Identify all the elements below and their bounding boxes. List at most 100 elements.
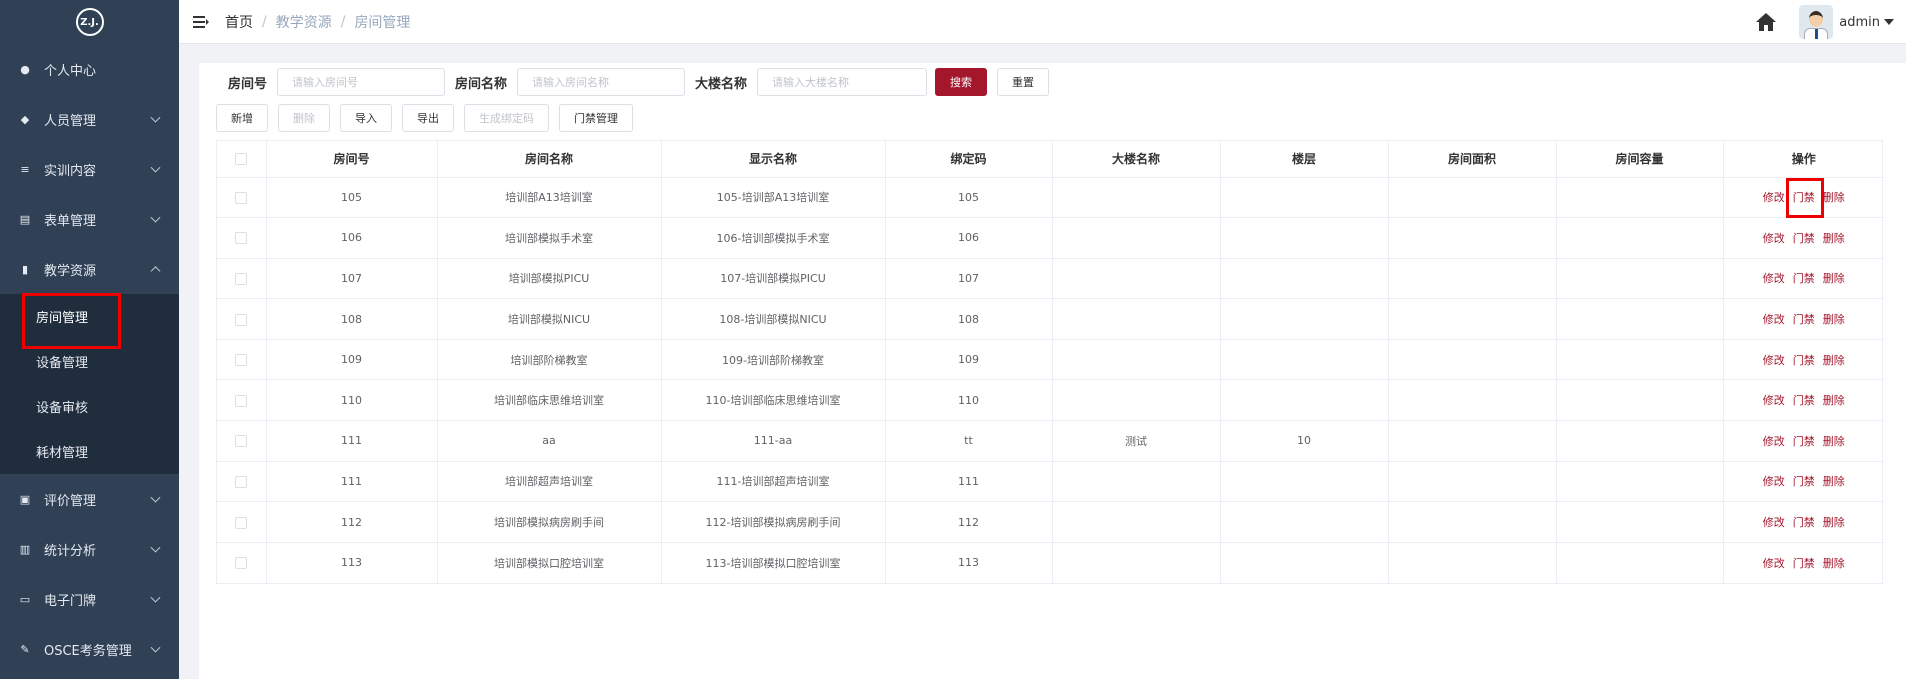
delete-link[interactable]: 删除 <box>1823 272 1845 285</box>
edit-link[interactable]: 修改 <box>1763 191 1785 204</box>
sidebar-item-6[interactable]: ▥ 统计分析 <box>0 524 179 574</box>
avatar[interactable] <box>1799 5 1834 39</box>
access-link[interactable]: 门禁 <box>1793 475 1815 488</box>
sidebar-item-2[interactable]: ≡ 实训内容 <box>0 144 179 194</box>
delete-link[interactable]: 删除 <box>1823 516 1845 529</box>
sidebar-item-1[interactable]: ◆ 人员管理 <box>0 94 179 144</box>
submenu-item-0[interactable]: 房间管理 <box>0 293 179 349</box>
access-link[interactable]: 门禁 <box>1793 272 1815 285</box>
delete-link[interactable]: 删除 <box>1823 232 1845 245</box>
row-checkbox[interactable] <box>235 272 248 285</box>
table-cell: aa <box>437 420 662 462</box>
table-cell: 测试 <box>1052 420 1221 462</box>
room-name-input[interactable] <box>517 68 686 96</box>
delete-link[interactable]: 删除 <box>1823 557 1845 570</box>
table-cell <box>1220 217 1389 259</box>
add-button[interactable]: 新增 <box>216 104 268 132</box>
submenu-item-label: 房间管理 <box>36 311 89 326</box>
edit-link[interactable]: 修改 <box>1763 354 1785 367</box>
delete-link[interactable]: 删除 <box>1823 394 1845 407</box>
edit-link[interactable]: 修改 <box>1763 516 1785 529</box>
delete-link[interactable]: 删除 <box>1823 191 1845 204</box>
row-checkbox[interactable] <box>235 191 248 204</box>
export-button[interactable]: 导出 <box>402 104 454 132</box>
table-row: 110 培训部临床思维培训室 110-培训部临床思维培训室 110 修改 门禁 删除 <box>217 379 1884 422</box>
sidebar-item-label: 实训内容 <box>44 163 97 179</box>
edit-link[interactable]: 修改 <box>1763 435 1785 448</box>
chevron-down-icon <box>150 492 161 503</box>
caret-down-icon[interactable] <box>1884 19 1894 25</box>
table-cell <box>1052 177 1221 219</box>
action-label: 删除 <box>1822 231 1845 245</box>
access-link[interactable]: 门禁 <box>1793 516 1815 529</box>
chevron-down-icon <box>150 162 161 173</box>
access-link[interactable]: 门禁 <box>1793 313 1815 326</box>
table-cell: 110 <box>885 379 1053 422</box>
table-cell: 108 <box>266 298 438 340</box>
display-icon: ▭ <box>19 592 31 606</box>
action-label: 删除 <box>1822 353 1845 367</box>
row-checkbox[interactable] <box>235 394 248 407</box>
sidebar-item-0[interactable]: ● 个人中心 <box>0 44 179 94</box>
select-all-checkbox[interactable] <box>235 153 248 166</box>
sidebar-item-8[interactable]: ✎ OSCE考务管理 <box>0 624 179 674</box>
row-checkbox[interactable] <box>235 354 248 367</box>
sidebar-item-4[interactable]: ▮ 教学资源 <box>0 244 179 294</box>
edit-link[interactable]: 修改 <box>1763 313 1785 326</box>
breadcrumb-home[interactable]: 首页 <box>225 12 253 32</box>
table-cell: 111 <box>266 420 438 462</box>
reset-button[interactable]: 重置 <box>997 68 1050 96</box>
access-control-button[interactable]: 门禁管理 <box>559 104 633 132</box>
delete-link[interactable]: 删除 <box>1823 313 1845 326</box>
hamburger-icon[interactable] <box>193 15 209 29</box>
room-no-input[interactable] <box>277 68 446 96</box>
edit-icon: ✎ <box>20 642 30 656</box>
edit-link[interactable]: 修改 <box>1763 475 1785 488</box>
column-header: 楼层 <box>1220 141 1389 178</box>
user-name[interactable]: admin <box>1839 15 1880 30</box>
home-icon[interactable] <box>1755 11 1777 33</box>
generate-code-button[interactable]: 生成绑定码 <box>464 104 549 132</box>
sidebar-item-5[interactable]: ▣ 评价管理 <box>0 474 179 524</box>
row-checkbox[interactable] <box>235 475 248 488</box>
table-cell <box>1220 542 1389 583</box>
row-select-cell <box>217 217 267 259</box>
top-header: 首页 / 教学资源 / 房间管理 admin <box>179 0 1906 44</box>
access-link[interactable]: 门禁 <box>1793 435 1815 448</box>
row-checkbox[interactable] <box>235 313 248 326</box>
access-link[interactable]: 门禁 <box>1793 557 1815 570</box>
edit-link[interactable]: 修改 <box>1763 394 1785 407</box>
table-cell <box>1052 298 1221 340</box>
row-checkbox[interactable] <box>235 232 248 245</box>
sidebar-item-label: 统计分析 <box>44 543 97 559</box>
submenu-item-1[interactable]: 设备管理 <box>0 339 179 384</box>
sidebar-item-7[interactable]: ▭ 电子门牌 <box>0 574 179 624</box>
submenu-item-3[interactable]: 耗材管理 <box>0 429 179 474</box>
import-button[interactable]: 导入 <box>340 104 392 132</box>
table-row: 112 培训部模拟病房刷手间 112-培训部模拟病房刷手间 112 修改 门禁 删除 <box>217 501 1884 543</box>
edit-link[interactable]: 修改 <box>1763 557 1785 570</box>
search-button[interactable]: 搜索 <box>935 68 988 96</box>
actions-cell: 修改 门禁 删除 <box>1723 420 1884 462</box>
action-label: 修改 <box>1762 353 1785 367</box>
sidebar-item-3[interactable]: ▤ 表单管理 <box>0 194 179 244</box>
filter-row: 房间号 房间名称 大楼名称 搜索 重置 <box>228 66 1050 98</box>
access-link[interactable]: 门禁 <box>1793 354 1815 367</box>
edit-link[interactable]: 修改 <box>1763 232 1785 245</box>
access-link[interactable]: 门禁 <box>1785 178 1824 219</box>
access-link[interactable]: 门禁 <box>1793 232 1815 245</box>
select-all-cell <box>217 141 267 178</box>
edit-link[interactable]: 修改 <box>1763 272 1785 285</box>
access-link[interactable]: 门禁 <box>1793 394 1815 407</box>
row-checkbox[interactable] <box>235 516 248 529</box>
row-checkbox[interactable] <box>235 557 248 570</box>
table-cell <box>1220 298 1389 340</box>
delete-link[interactable]: 删除 <box>1823 354 1845 367</box>
column-header: 房间容量 <box>1556 141 1724 178</box>
delete-link[interactable]: 删除 <box>1823 475 1845 488</box>
row-checkbox[interactable] <box>235 435 248 448</box>
building-input[interactable] <box>757 68 928 96</box>
submenu-item-2[interactable]: 设备审核 <box>0 384 179 429</box>
delete-button[interactable]: 删除 <box>278 104 330 132</box>
delete-link[interactable]: 删除 <box>1823 435 1845 448</box>
